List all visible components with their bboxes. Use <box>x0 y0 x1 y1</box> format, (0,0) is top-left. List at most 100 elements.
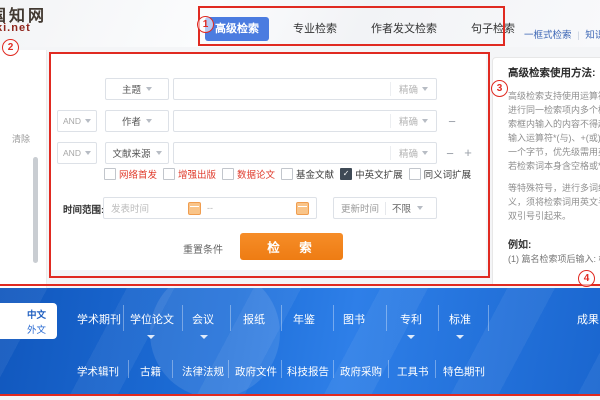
checkbox-icon[interactable] <box>163 168 176 180</box>
annotation-circle-3: 3 <box>491 80 508 97</box>
help-example-title: 例如: <box>508 240 532 251</box>
chevron-down-icon[interactable] <box>407 335 415 339</box>
nav-divider <box>281 305 282 331</box>
nav-divider <box>333 360 334 378</box>
lang-tab-foreign[interactable]: 外文 <box>27 322 46 336</box>
nav-item-newspapers[interactable]: 报纸 <box>243 311 265 327</box>
chevron-down-icon <box>146 87 152 91</box>
source-input[interactable] <box>174 144 390 162</box>
nav-divider <box>488 305 489 331</box>
chevron-down-icon <box>146 119 152 123</box>
clear-history-link[interactable]: 清除 <box>12 132 30 145</box>
chevron-down-icon[interactable] <box>200 335 208 339</box>
help-line: 一个字节，优先级需用英文 <box>508 147 600 157</box>
chevron-down-icon <box>422 151 428 155</box>
nav-item-laws-regulations[interactable]: 法律法规 <box>182 364 224 379</box>
nav-item-ancient-books[interactable]: 古籍 <box>140 364 161 379</box>
remove-row-button[interactable]: − <box>444 146 456 161</box>
chevron-down-icon <box>422 119 428 123</box>
checkbox-checked-icon[interactable]: ✓ <box>340 168 353 180</box>
tab-sentence-search[interactable]: 句子检索 <box>461 17 525 41</box>
nav-item-dissertations[interactable]: 学位论文 <box>130 311 174 327</box>
reset-conditions-button[interactable]: 重置条件 <box>177 240 229 257</box>
calendar-icon[interactable] <box>188 201 201 215</box>
database-navigation: 中文 外文 学术期刊 学位论文 会议 报纸 年鉴 图书 专利 标准 成果 学术辑… <box>0 288 600 395</box>
update-time-select[interactable]: 更新时间 不限 <box>333 197 437 219</box>
checkbox-icon[interactable] <box>222 168 235 180</box>
nav-divider <box>230 305 231 331</box>
field-selector-label: 主题 <box>121 85 141 96</box>
field-selector-author[interactable]: 作者 <box>105 110 169 132</box>
checkbox-icon[interactable] <box>281 168 294 180</box>
nav-item-special-journals[interactable]: 特色期刊 <box>443 364 485 379</box>
publish-date-placeholder: 发表时间 <box>111 204 150 215</box>
field-selector-source[interactable]: 文献来源 <box>105 142 169 164</box>
cnki-advanced-search-page: 国知网 ki.net 高级检索 专业检索 作者发文检索 句子检索 一框式检索 |… <box>0 0 600 400</box>
nav-item-government-procurement[interactable]: 政府采购 <box>340 364 382 379</box>
advanced-search-form: 主题 精确 AND 作者 精确 − AND 文献来源 精确 − + 网络首发 增… <box>50 54 486 270</box>
chevron-down-icon[interactable] <box>147 335 155 339</box>
side-panel-scrollbar[interactable] <box>33 157 38 263</box>
nav-item-government-documents[interactable]: 政府文件 <box>235 364 277 379</box>
checkbox-label: 增强出版 <box>178 170 217 181</box>
operator-select-row2[interactable]: AND <box>57 110 97 132</box>
search-option-checkboxes: 网络首发 增强出版 数据论文 基金文献 ✓ 中英文扩展 同义词扩展 <box>104 167 471 181</box>
remove-row-button[interactable]: − <box>446 114 458 129</box>
link-divider: | <box>577 30 580 41</box>
help-line: 输入运算符*(与)、+(或)、-( <box>508 133 600 143</box>
match-mode-select[interactable]: 精确 <box>389 146 436 160</box>
nav-divider <box>228 360 229 378</box>
nav-item-tech-reports[interactable]: 科技报告 <box>287 364 329 379</box>
nav-divider <box>388 360 389 378</box>
subject-input[interactable] <box>174 80 390 98</box>
field-selector-subject[interactable]: 主题 <box>105 78 169 100</box>
cnki-logo-domain: ki.net <box>0 22 31 34</box>
nav-item-conferences[interactable]: 会议 <box>192 311 214 327</box>
nav-item-academic-journals[interactable]: 学术期刊 <box>77 311 121 327</box>
one-box-search-link[interactable]: 一框式检索 <box>524 30 572 41</box>
match-mode-select[interactable]: 精确 <box>389 82 436 96</box>
nav-item-achievements[interactable]: 成果 <box>577 311 599 327</box>
annotation-circle-1: 1 <box>197 16 214 33</box>
nav-item-standards[interactable]: 标准 <box>449 311 471 327</box>
checkbox-item-data-paper[interactable]: 数据论文 <box>222 167 275 181</box>
search-button[interactable]: 检 索 <box>240 233 343 260</box>
checkbox-item-fund-literature[interactable]: 基金文献 <box>281 167 334 181</box>
nav-item-academic-series[interactable]: 学术辑刊 <box>77 364 119 379</box>
nav-divider <box>128 360 129 378</box>
publish-date-range-picker[interactable]: 发表时间 -- <box>103 197 317 219</box>
match-mode-label: 精确 <box>398 117 418 128</box>
operator-select-row3[interactable]: AND <box>57 142 97 164</box>
match-mode-select[interactable]: 精确 <box>389 114 436 128</box>
checkbox-item-enhanced-publish[interactable]: 增强出版 <box>163 167 216 181</box>
calendar-icon[interactable] <box>296 201 309 215</box>
search-input-row-author: 精确 <box>173 110 437 132</box>
knowledge-search-link[interactable]: 知识 <box>585 30 600 41</box>
tab-author-search[interactable]: 作者发文检索 <box>361 17 447 41</box>
nav-divider <box>172 360 173 378</box>
nav-item-reference-books[interactable]: 工具书 <box>397 364 429 379</box>
checkbox-item-synonym-extension[interactable]: 同义词扩展 <box>408 167 471 181</box>
tab-professional-search[interactable]: 专业检索 <box>283 17 347 41</box>
field-selector-label: 作者 <box>121 117 141 128</box>
checkbox-icon[interactable] <box>104 168 116 180</box>
chevron-down-icon[interactable] <box>456 335 464 339</box>
lang-tab-chinese[interactable]: 中文 <box>27 307 46 321</box>
match-mode-label: 精确 <box>398 149 418 160</box>
checkbox-item-cn-en-extension[interactable]: ✓ 中英文扩展 <box>340 167 403 181</box>
add-row-button[interactable]: + <box>462 145 474 160</box>
annotation-circle-4: 4 <box>578 270 595 287</box>
author-input[interactable] <box>174 112 390 130</box>
tab-advanced-search[interactable]: 高级检索 <box>205 17 269 41</box>
time-range-label: 时间范围: <box>63 205 105 216</box>
checkbox-icon[interactable] <box>408 168 421 180</box>
checkbox-item-network-first[interactable]: 网络首发 <box>104 167 157 181</box>
help-line: 索框内输入的内容不得超过 <box>508 119 600 129</box>
nav-divider <box>438 305 439 331</box>
chevron-down-icon <box>84 119 91 123</box>
match-mode-label: 精确 <box>398 85 418 96</box>
chevron-down-icon <box>155 151 162 155</box>
nav-item-yearbooks[interactable]: 年鉴 <box>293 311 315 327</box>
nav-item-patents[interactable]: 专利 <box>400 311 422 327</box>
nav-item-books[interactable]: 图书 <box>343 311 365 327</box>
